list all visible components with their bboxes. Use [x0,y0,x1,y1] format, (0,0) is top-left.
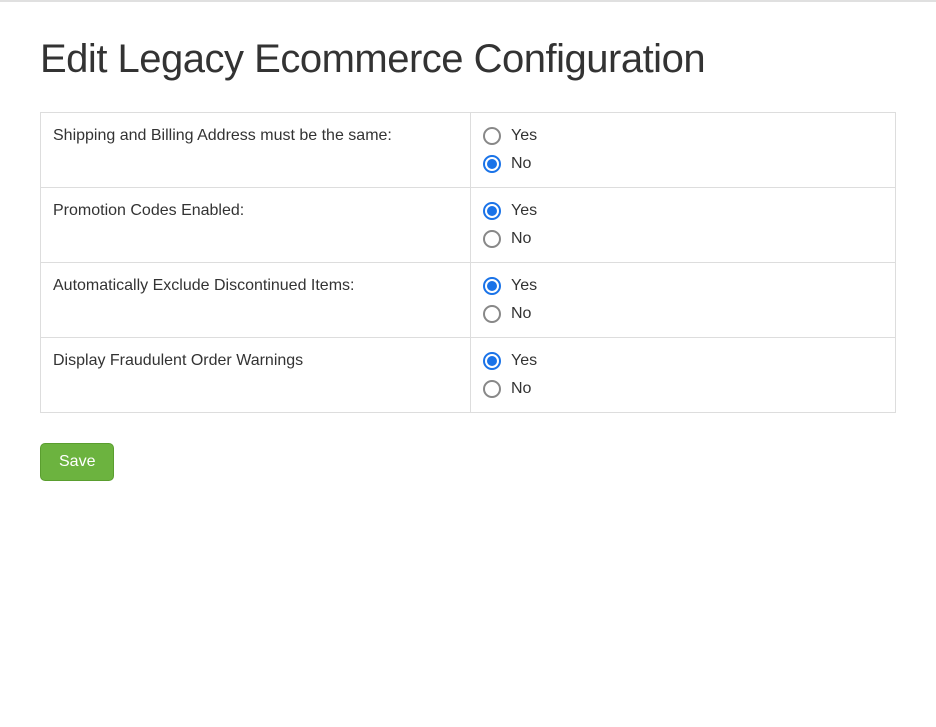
field-label: Display Fraudulent Order Warnings [41,338,471,412]
radio-option-no[interactable]: No [483,380,883,398]
field-row-exclude-discontinued-items: Automatically Exclude Discontinued Items… [40,262,896,337]
radio-label: Yes [511,277,537,295]
radio-icon [483,380,501,398]
radio-option-yes[interactable]: Yes [483,277,883,295]
field-label: Shipping and Billing Address must be the… [41,113,471,187]
field-label: Automatically Exclude Discontinued Items… [41,263,471,337]
radio-icon [483,230,501,248]
save-button[interactable]: Save [40,443,114,481]
radio-option-no[interactable]: No [483,155,883,173]
radio-icon [483,127,501,145]
radio-label: Yes [511,352,537,370]
field-input: Yes No [471,263,895,337]
radio-label: No [511,155,531,173]
field-row-shipping-billing-same: Shipping and Billing Address must be the… [40,112,896,187]
radio-option-yes[interactable]: Yes [483,202,883,220]
radio-group: Yes No [483,352,883,398]
radio-group: Yes No [483,277,883,323]
radio-icon [483,352,501,370]
radio-group: Yes No [483,202,883,248]
page-title: Edit Legacy Ecommerce Configuration [40,37,896,82]
page-container: Edit Legacy Ecommerce Configuration Ship… [0,2,936,521]
radio-label: No [511,305,531,323]
radio-option-yes[interactable]: Yes [483,127,883,145]
field-row-display-fraud-warnings: Display Fraudulent Order Warnings Yes No [40,337,896,413]
radio-icon [483,305,501,323]
field-row-promotion-codes-enabled: Promotion Codes Enabled: Yes No [40,187,896,262]
radio-label: No [511,380,531,398]
radio-group: Yes No [483,127,883,173]
radio-icon [483,155,501,173]
field-label: Promotion Codes Enabled: [41,188,471,262]
radio-option-yes[interactable]: Yes [483,352,883,370]
radio-label: No [511,230,531,248]
radio-option-no[interactable]: No [483,305,883,323]
radio-icon [483,202,501,220]
radio-option-no[interactable]: No [483,230,883,248]
field-input: Yes No [471,338,895,412]
config-form: Shipping and Billing Address must be the… [40,112,896,413]
radio-icon [483,277,501,295]
radio-label: Yes [511,202,537,220]
radio-label: Yes [511,127,537,145]
field-input: Yes No [471,113,895,187]
field-input: Yes No [471,188,895,262]
